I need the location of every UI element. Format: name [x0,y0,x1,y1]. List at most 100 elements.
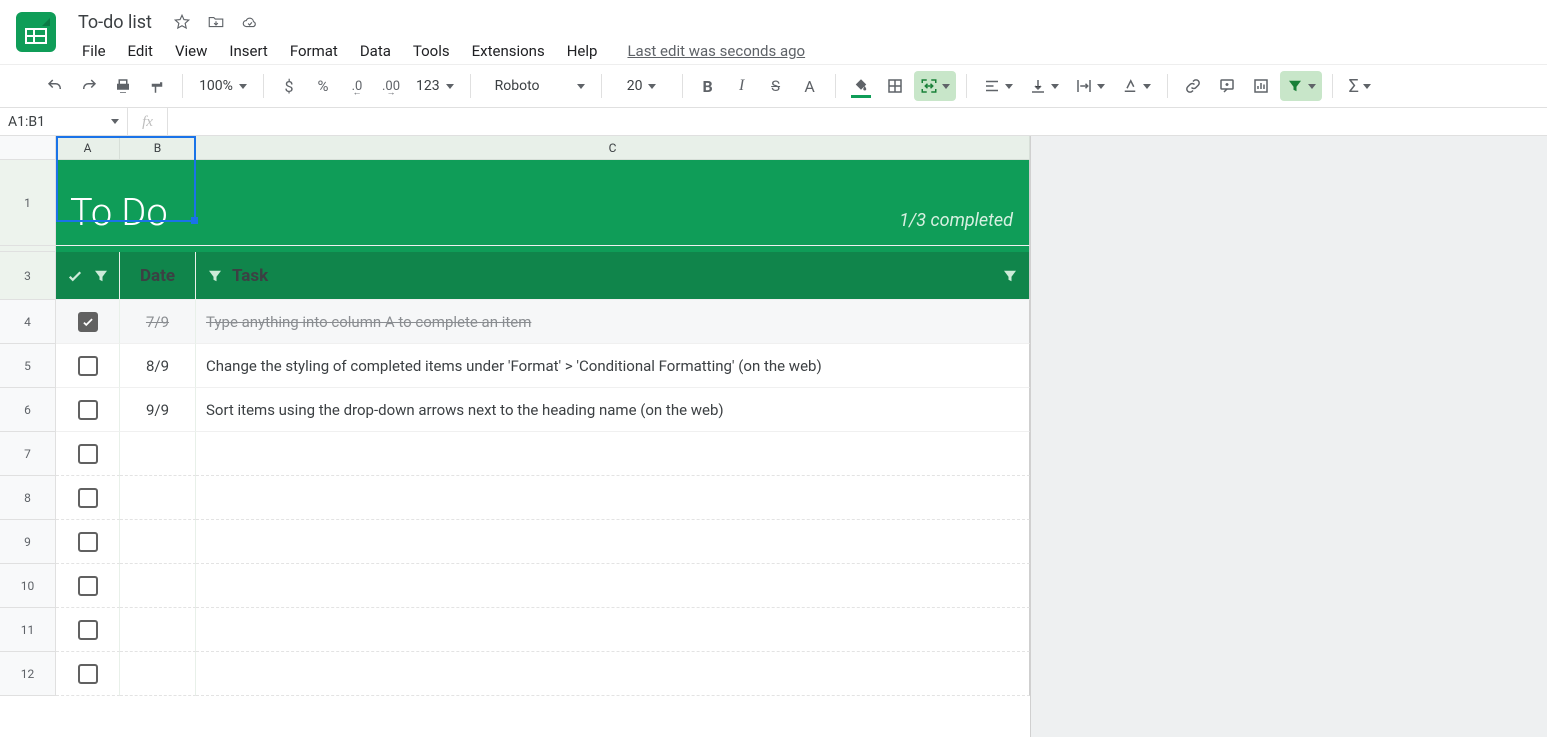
header-checkbox-col[interactable] [56,252,120,300]
task-checkbox[interactable] [56,608,120,652]
star-icon[interactable] [172,12,192,32]
redo-button[interactable] [74,71,104,101]
print-button[interactable] [108,71,138,101]
col-header-B[interactable]: B [120,136,196,160]
menu-file[interactable]: File [72,38,116,64]
insert-chart-button[interactable] [1246,71,1276,101]
task-checkbox[interactable] [56,476,120,520]
todo-title[interactable]: To Do [56,160,196,246]
text-wrap-button[interactable] [1069,71,1111,101]
task-date[interactable] [120,520,196,564]
strikethrough-button[interactable]: S [761,71,791,101]
merge-cells-button[interactable] [914,71,956,101]
doc-title[interactable]: To-do list [72,10,158,35]
task-checkbox[interactable] [56,388,120,432]
task-text[interactable]: Type anything into column A to complete … [196,300,1030,344]
text-rotation-button[interactable] [1115,71,1157,101]
menu-edit[interactable]: Edit [118,38,163,64]
menu-insert[interactable]: Insert [219,38,277,64]
menu-extensions[interactable]: Extensions [462,38,555,64]
italic-button[interactable]: I [727,71,757,101]
task-date[interactable] [120,476,196,520]
row-header[interactable]: 10 [0,564,56,608]
task-text[interactable] [196,432,1030,476]
task-checkbox[interactable] [56,564,120,608]
filter-icon[interactable] [1001,267,1019,285]
task-checkbox[interactable] [56,344,120,388]
task-checkbox[interactable] [56,520,120,564]
zoom-dropdown[interactable]: 100% [193,71,253,101]
col-header-A[interactable]: A [56,136,120,160]
number-format-dropdown[interactable]: 123 [410,71,460,101]
task-text[interactable] [196,476,1030,520]
decrease-decimal-button[interactable]: .0← [342,71,372,101]
text-color-button[interactable]: A [795,71,825,101]
cloud-status-icon[interactable] [240,12,260,32]
task-checkbox[interactable] [56,300,120,344]
col-header-C[interactable]: C [196,136,1030,160]
percent-button[interactable]: % [308,71,338,101]
task-date[interactable] [120,608,196,652]
filter-icon[interactable] [206,267,224,285]
header-date[interactable]: Date [120,252,196,300]
paint-format-button[interactable] [142,71,172,101]
formula-input[interactable] [168,108,1547,135]
horizontal-align-button[interactable] [977,71,1019,101]
row-header[interactable]: 12 [0,652,56,696]
header-task[interactable]: Task [196,252,1030,300]
insert-link-button[interactable] [1178,71,1208,101]
menu-tools[interactable]: Tools [403,38,460,64]
row-header[interactable]: 11 [0,608,56,652]
menu-format[interactable]: Format [280,38,348,64]
row-header[interactable]: 8 [0,476,56,520]
insert-comment-button[interactable] [1212,71,1242,101]
vertical-align-button[interactable] [1023,71,1065,101]
undo-button[interactable] [40,71,70,101]
task-text[interactable] [196,652,1030,696]
task-text[interactable] [196,520,1030,564]
fill-color-button[interactable] [846,71,876,101]
task-date[interactable] [120,432,196,476]
menu-help[interactable]: Help [557,38,608,64]
filter-icon[interactable] [92,267,110,285]
row-header[interactable]: 1 [0,160,56,246]
name-box[interactable]: A1:B1 [0,108,128,135]
task-date[interactable] [120,652,196,696]
last-edit-link[interactable]: Last edit was seconds ago [627,42,805,60]
menu-view[interactable]: View [165,38,217,64]
increase-decimal-button[interactable]: .00→ [376,71,406,101]
task-text[interactable]: Sort items using the drop-down arrows ne… [196,388,1030,432]
row-header[interactable]: 3 [0,252,56,300]
empty-grid-area[interactable] [1030,136,1547,737]
font-family-dropdown[interactable]: Roboto [481,71,591,101]
task-checkbox[interactable] [56,652,120,696]
task-text[interactable]: Change the styling of completed items un… [196,344,1030,388]
row-header[interactable]: 7 [0,432,56,476]
functions-button[interactable]: Σ [1343,71,1377,101]
row-header[interactable]: 5 [0,344,56,388]
select-all-corner[interactable] [0,136,56,160]
move-to-folder-icon[interactable] [206,12,226,32]
borders-button[interactable] [880,71,910,101]
toolbar: 100% $ % .0← .00→ 123 Roboto 20 B I S A … [0,64,1547,108]
row-header[interactable]: 9 [0,520,56,564]
header-task-label: Task [232,266,268,286]
bold-button[interactable]: B [693,71,723,101]
check-icon [66,267,84,285]
task-date[interactable]: 7/9 [120,300,196,344]
task-checkbox[interactable] [56,432,120,476]
task-date[interactable]: 9/9 [120,388,196,432]
zoom-value: 100% [199,78,233,94]
task-date[interactable]: 8/9 [120,344,196,388]
task-text[interactable] [196,608,1030,652]
todo-completed-count[interactable]: 1/3 completed [196,160,1030,246]
row-header[interactable]: 6 [0,388,56,432]
row-header[interactable]: 4 [0,300,56,344]
menu-data[interactable]: Data [350,38,401,64]
task-text[interactable] [196,564,1030,608]
create-filter-button[interactable] [1280,71,1322,101]
sheets-app-icon[interactable] [16,12,56,52]
task-date[interactable] [120,564,196,608]
font-size-dropdown[interactable]: 20 [612,71,672,101]
currency-button[interactable]: $ [274,71,304,101]
